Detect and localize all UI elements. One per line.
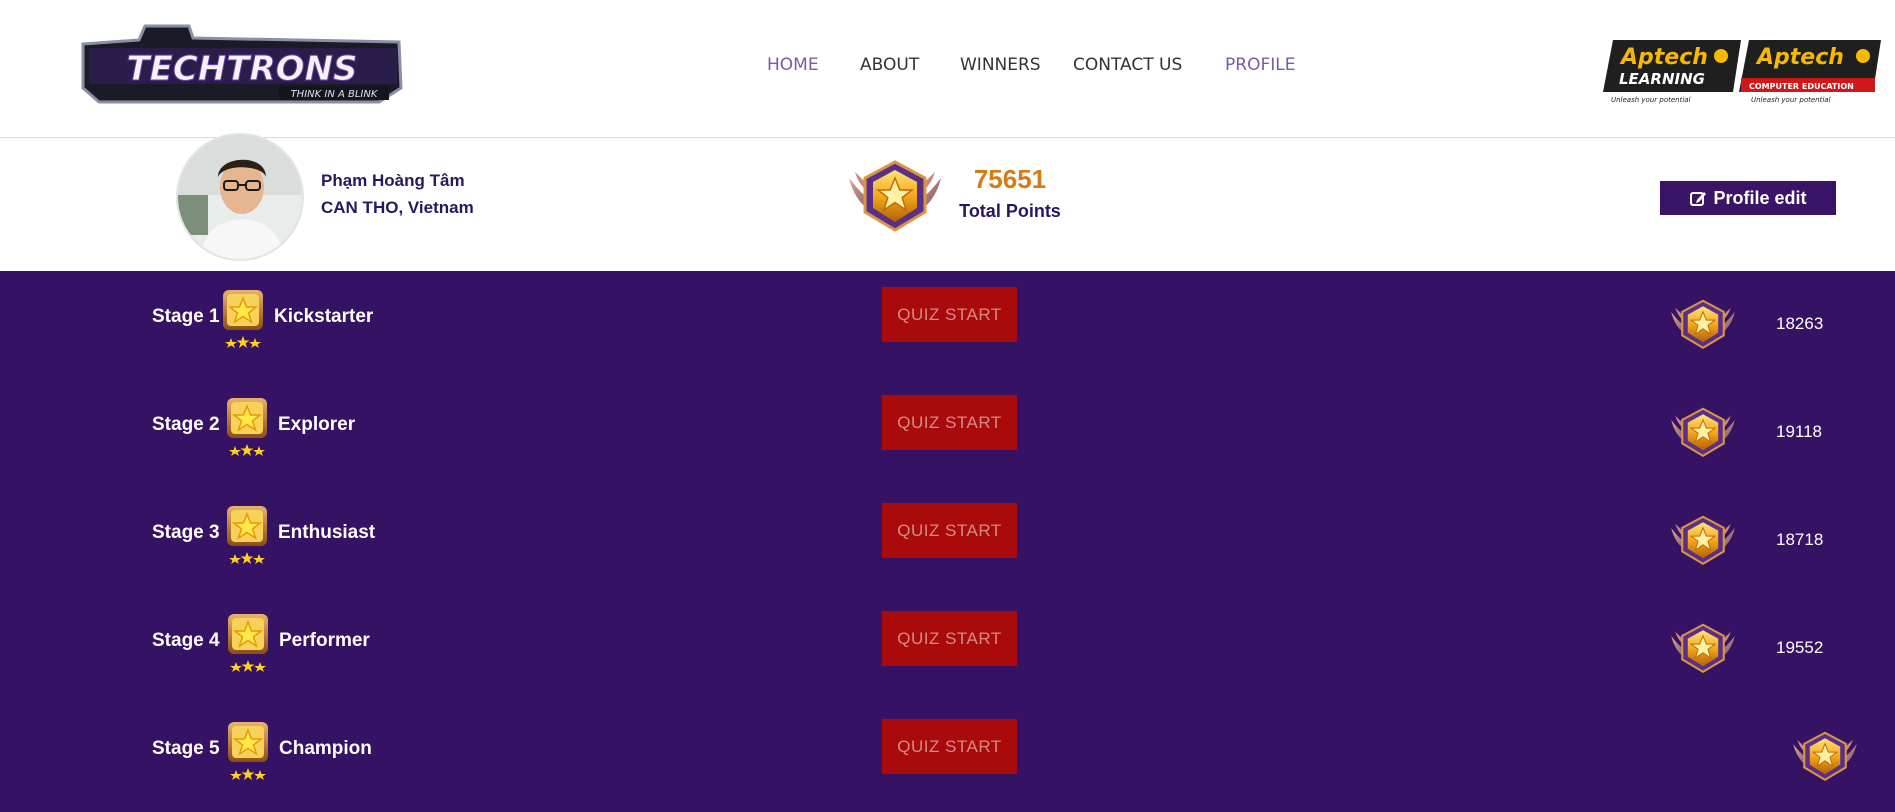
svg-text:Aptech: Aptech — [1619, 45, 1708, 70]
star-medal-icon — [223, 396, 271, 456]
nav-profile[interactable]: PROFILE — [1225, 55, 1295, 75]
edit-icon — [1690, 192, 1707, 206]
stage-row: Stage 2 Explorer QUIZ START 19118 — [0, 395, 1895, 456]
star-medal-icon — [224, 612, 272, 672]
winged-star-badge-icon — [1789, 730, 1861, 784]
stages-panel: Stage 1 Kickstarter QUIZ START 18263 Sta… — [0, 271, 1895, 812]
stage-label: Stage 4 — [152, 630, 220, 651]
total-points-label: Total Points — [959, 201, 1061, 221]
stage-row: Stage 1 Kickstarter QUIZ START 18263 — [0, 287, 1895, 348]
stage-score: 18718 — [1776, 530, 1824, 549]
star-medal-icon — [219, 288, 267, 348]
svg-text:COMPUTER EDUCATION: COMPUTER EDUCATION — [1749, 82, 1854, 91]
stage-score: 19118 — [1776, 422, 1823, 441]
stage-name: Enthusiast — [278, 522, 376, 543]
profile-edit-label: Profile edit — [1713, 187, 1807, 208]
quiz-start-button[interactable]: QUIZ START — [882, 611, 1017, 666]
nav-home[interactable]: HOME — [767, 55, 819, 75]
stage-row: Stage 3 Enthusiast QUIZ START 18718 — [0, 503, 1895, 564]
profile-edit-button[interactable]: Profile edit — [1660, 181, 1836, 215]
stage-name: Kickstarter — [274, 306, 374, 327]
nav-winners[interactable]: WINNERS — [960, 55, 1041, 75]
quiz-start-button[interactable]: QUIZ START — [882, 719, 1017, 774]
stage-name: Explorer — [278, 414, 356, 435]
nav-about[interactable]: ABOUT — [860, 55, 919, 75]
winged-star-badge-icon — [1667, 406, 1739, 460]
quiz-start-button[interactable]: QUIZ START — [882, 395, 1017, 450]
winged-star-badge-icon — [1667, 514, 1739, 568]
winged-star-badge-icon — [1667, 622, 1739, 676]
user-name: Phạm Hoàng Tâm — [321, 171, 465, 190]
total-points-value: 75651 — [973, 164, 1047, 194]
stage-row: Stage 4 Performer QUIZ START 19552 — [0, 611, 1895, 672]
stage-label: Stage 3 — [152, 522, 220, 543]
avatar[interactable] — [176, 133, 304, 261]
nav-contact-us[interactable]: CONTACT US — [1073, 55, 1182, 75]
svg-text:LEARNING: LEARNING — [1619, 70, 1705, 88]
site-header: TECHTRONS THINK IN A BLINK HOME ABOUT WI… — [0, 0, 1895, 138]
stage-name: Champion — [279, 738, 372, 759]
stage-score: 19552 — [1776, 638, 1824, 657]
svg-text:Unleash your potential: Unleash your potential — [1611, 96, 1691, 104]
quiz-start-button[interactable]: QUIZ START — [882, 503, 1017, 558]
winged-star-badge-icon — [1667, 298, 1739, 352]
svg-text:Unleash your potential: Unleash your potential — [1751, 96, 1831, 104]
stage-label: Stage 5 — [152, 738, 220, 759]
stage-label: Stage 1 — [152, 306, 220, 327]
partner-logos: Aptech LEARNING Unleash your potential A… — [1601, 38, 1881, 106]
stage-label: Stage 2 — [152, 414, 220, 435]
stage-score: 18263 — [1776, 314, 1824, 333]
star-medal-icon — [224, 720, 272, 780]
stage-row: Stage 5 Champion QUIZ START — [0, 719, 1895, 780]
stage-name: Performer — [279, 630, 370, 651]
svg-text:Aptech: Aptech — [1755, 45, 1844, 70]
star-medal-icon — [223, 504, 271, 564]
svg-text:THINK IN A BLINK: THINK IN A BLINK — [291, 89, 379, 100]
user-location: CAN THO, Vietnam — [321, 198, 474, 217]
quiz-start-button[interactable]: QUIZ START — [882, 287, 1017, 342]
